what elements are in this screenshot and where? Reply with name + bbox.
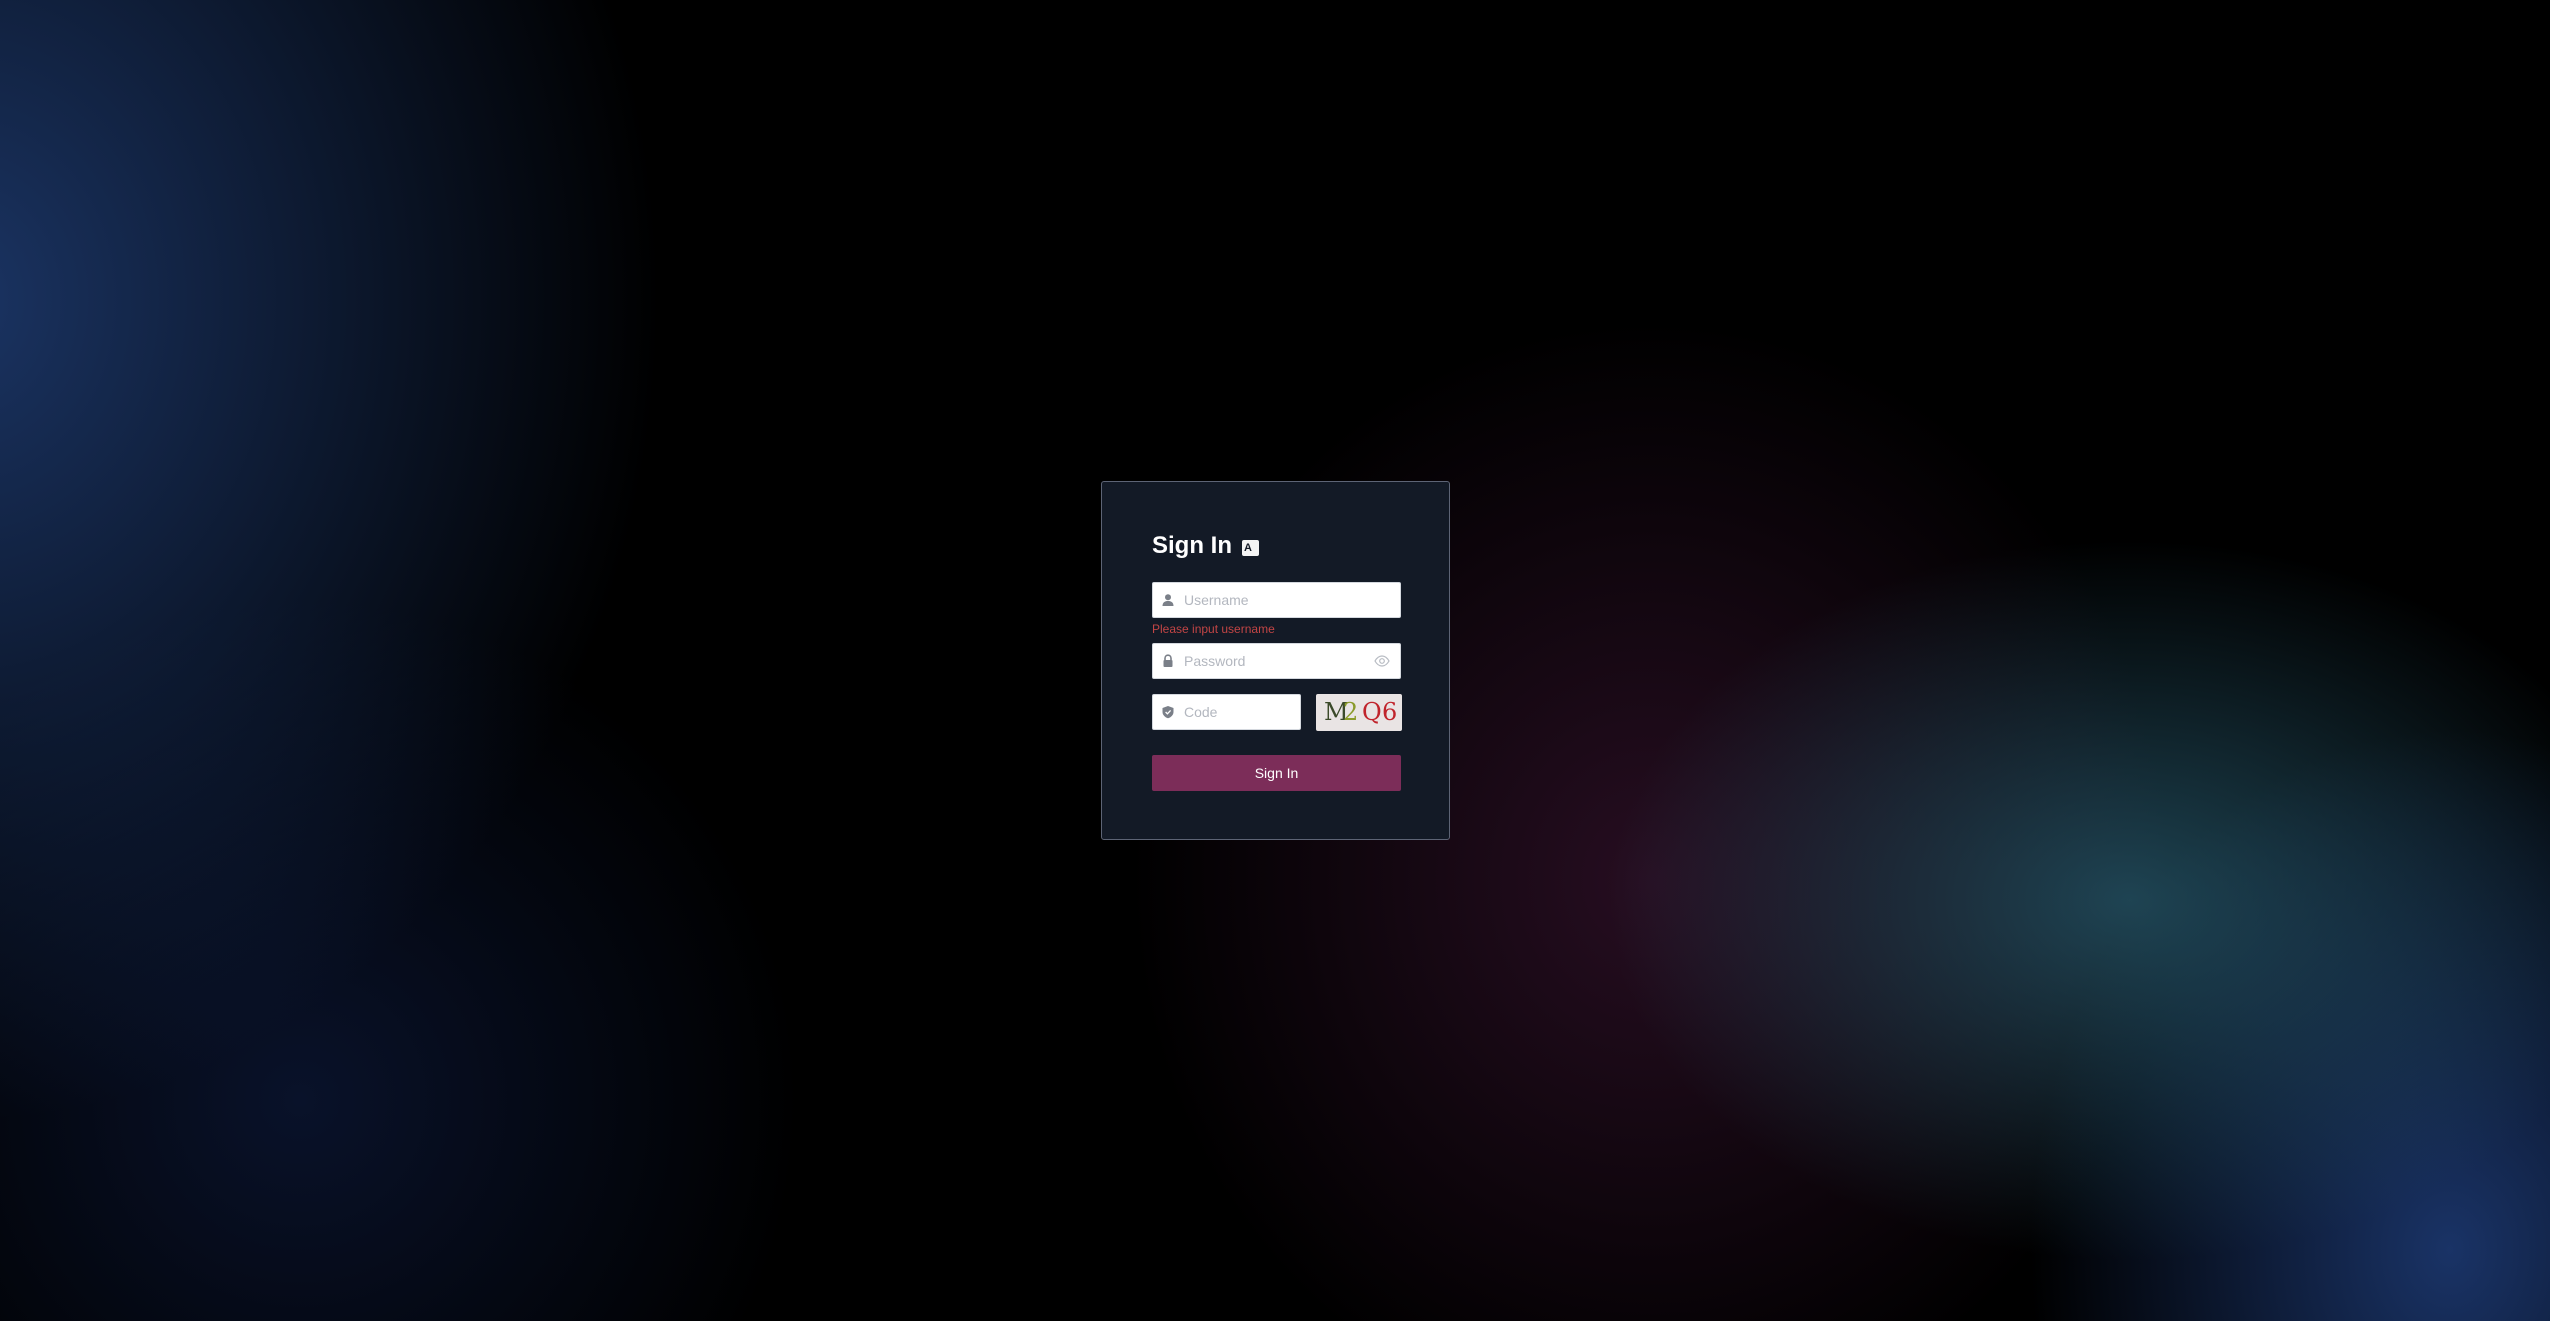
captcha-image[interactable]: M 2 Q 6	[1316, 694, 1402, 731]
translate-icon-glyph: A	[1244, 541, 1252, 554]
username-error-message: Please input username	[1152, 622, 1275, 636]
password-field[interactable]	[1152, 643, 1401, 679]
password-input[interactable]	[1184, 644, 1364, 678]
user-icon	[1162, 594, 1174, 606]
code-input[interactable]	[1184, 695, 1294, 729]
captcha-char: 6	[1382, 698, 1398, 726]
code-field[interactable]	[1152, 694, 1301, 730]
page-title: Sign In	[1152, 532, 1232, 559]
captcha-char: 2	[1343, 698, 1359, 726]
username-input[interactable]	[1184, 583, 1394, 617]
shield-icon	[1162, 706, 1174, 719]
login-card: Sign In A Please input username M	[1101, 481, 1450, 840]
sign-in-button[interactable]: Sign In	[1152, 755, 1401, 791]
translate-icon[interactable]: A	[1242, 539, 1259, 556]
title-row: Sign In A	[1152, 532, 1259, 560]
captcha-char: Q	[1362, 698, 1382, 726]
eye-icon[interactable]	[1374, 655, 1390, 667]
username-field[interactable]	[1152, 582, 1401, 618]
lock-icon	[1163, 654, 1173, 667]
